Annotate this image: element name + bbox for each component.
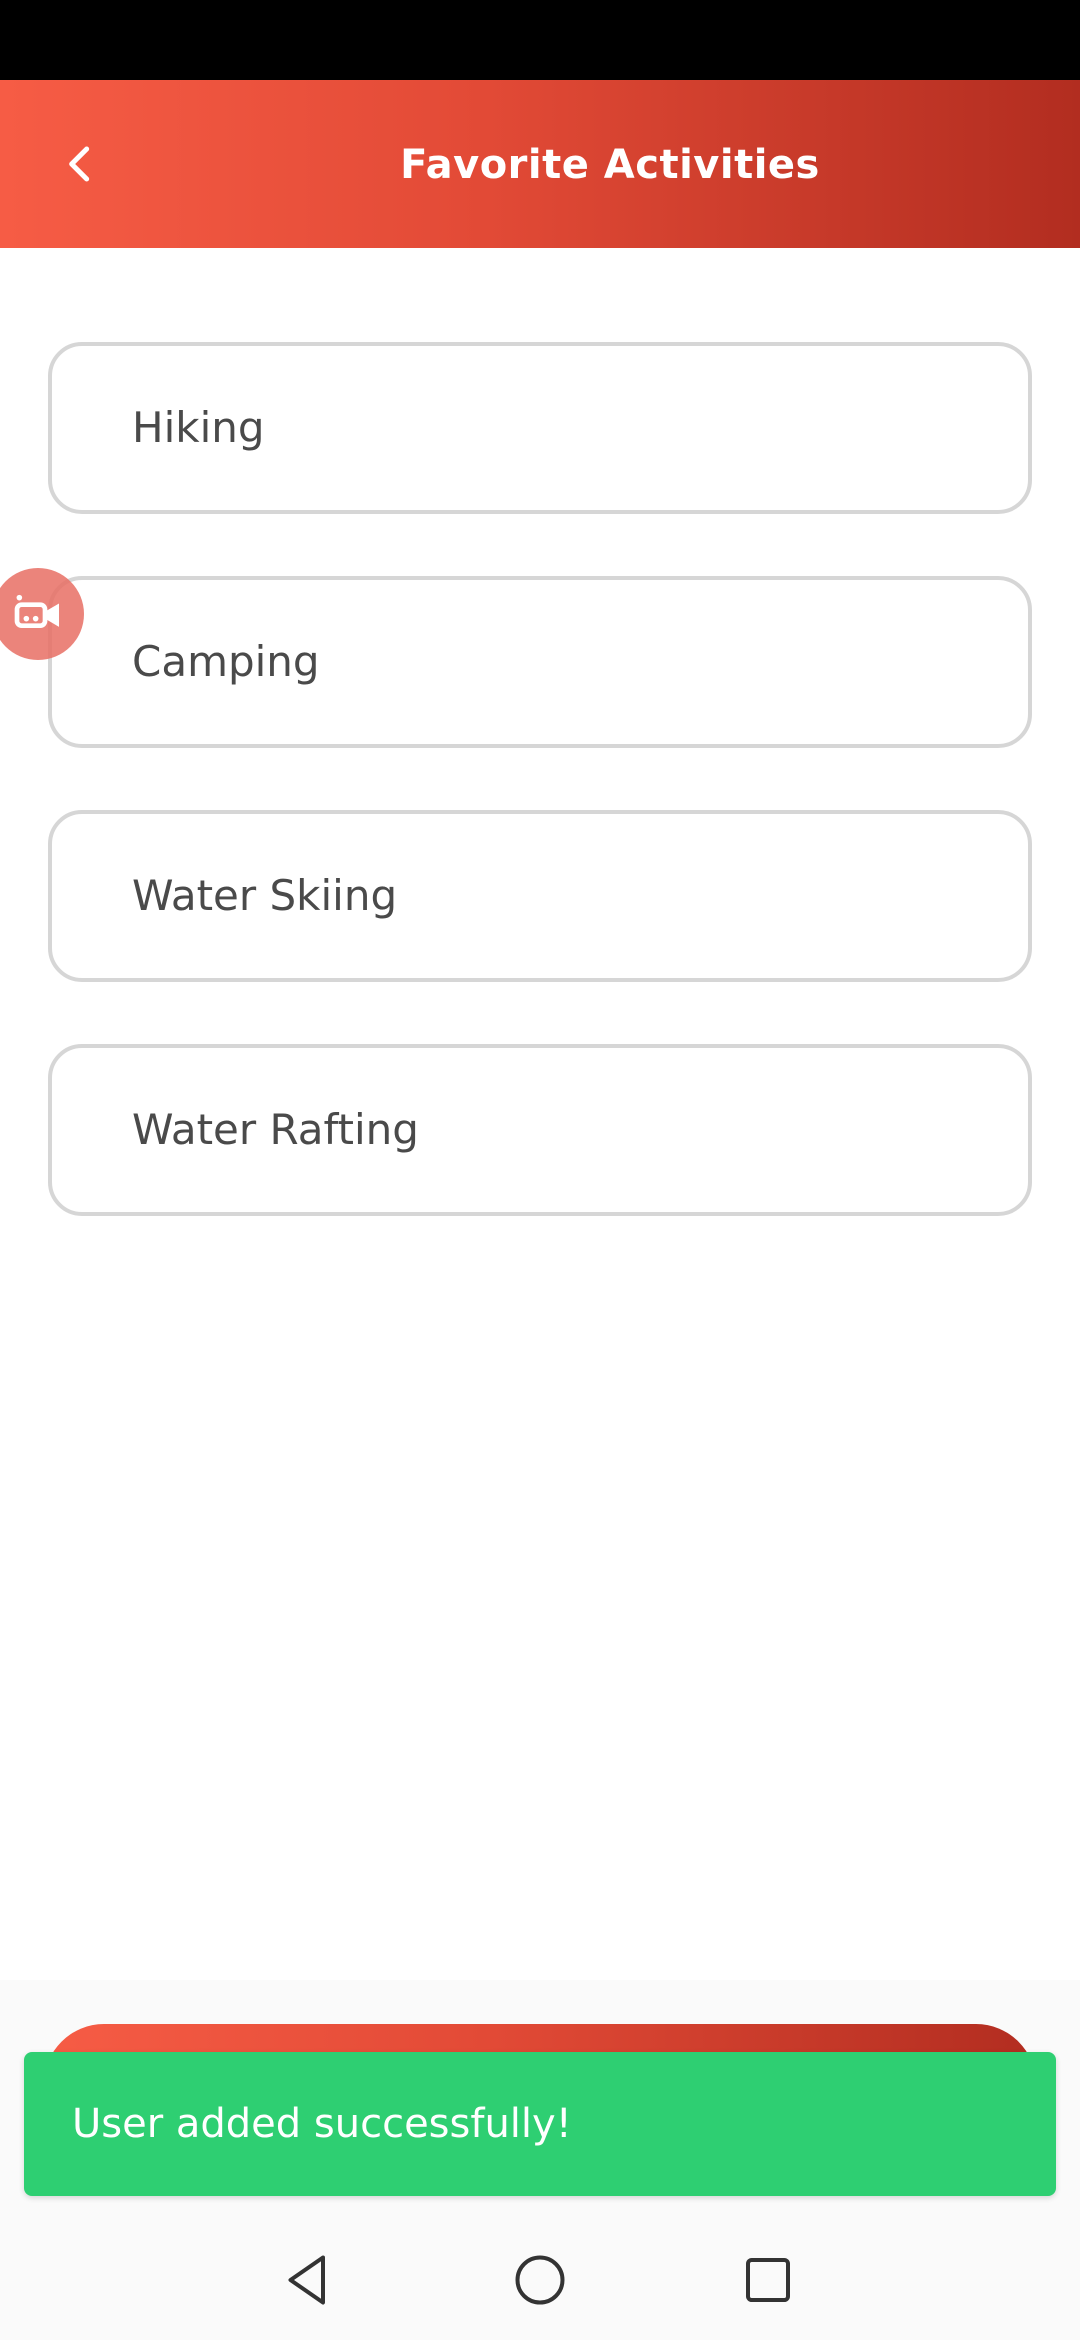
app-bar: Favorite Activities (0, 80, 1080, 248)
video-camera-icon (14, 594, 59, 628)
nav-back-button[interactable] (268, 2240, 348, 2320)
system-nav-bar (0, 2220, 1080, 2340)
activity-item-water-skiing[interactable]: Water Skiing (48, 810, 1032, 982)
activity-item-water-rafting[interactable]: Water Rafting (48, 1044, 1032, 1216)
activity-label: Water Rafting (132, 1105, 419, 1154)
snackbar: User added successfully! (24, 2052, 1056, 2196)
activity-item-hiking[interactable]: Hiking (48, 342, 1032, 514)
activity-list: Hiking Camping Water Skiing Water Raftin… (48, 342, 1032, 1278)
chevron-left-icon (69, 146, 90, 182)
nav-home-button[interactable] (500, 2240, 580, 2320)
back-button[interactable] (40, 124, 120, 204)
activity-label: Camping (132, 637, 320, 686)
nav-recents-button[interactable] (728, 2240, 808, 2320)
nav-back-icon (288, 2255, 325, 2305)
activity-label: Hiking (132, 403, 265, 452)
status-bar (0, 0, 1080, 80)
nav-home-icon (515, 2255, 565, 2305)
nav-recents-icon (746, 2258, 790, 2302)
activity-label: Water Skiing (132, 871, 398, 920)
snackbar-message: User added successfully! (72, 2101, 572, 2147)
page-title: Favorite Activities (400, 142, 820, 188)
activity-item-camping[interactable]: Camping (48, 576, 1032, 748)
